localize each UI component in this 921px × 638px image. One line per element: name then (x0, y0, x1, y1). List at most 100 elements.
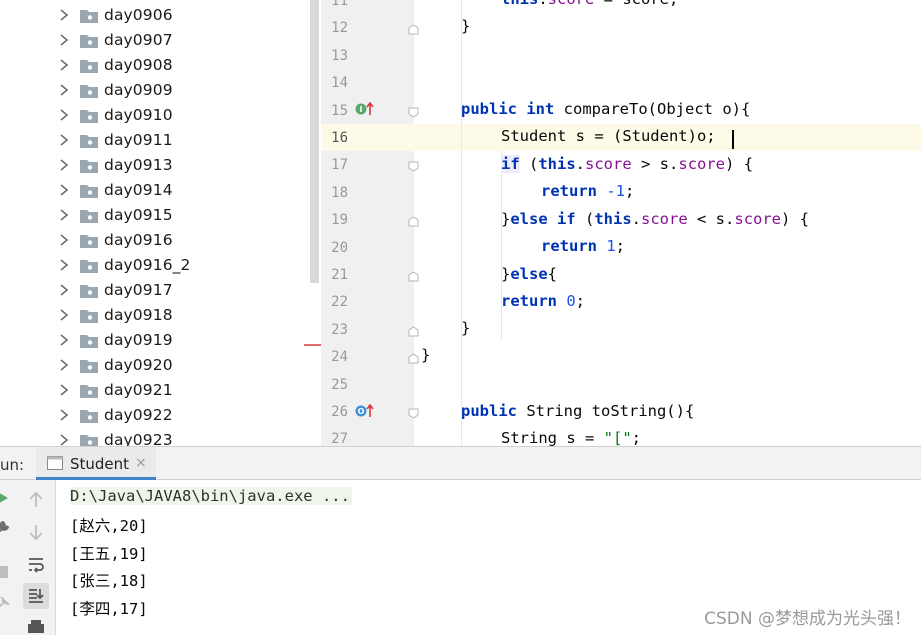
tree-item[interactable]: day0922 (0, 403, 305, 428)
tree-scrollbar[interactable] (310, 0, 319, 283)
code-token: ) { (781, 210, 810, 228)
run-tab-student[interactable]: Student × (36, 447, 156, 480)
svg-text:I: I (360, 105, 363, 114)
line-number: 18 (331, 184, 348, 201)
stop-icon[interactable] (0, 562, 12, 582)
line-number: 22 (331, 294, 348, 311)
chevron-right-icon[interactable] (58, 158, 70, 172)
package-folder-icon (80, 85, 98, 98)
tree-item-label: day0909 (104, 81, 173, 99)
code-token: . (631, 210, 642, 228)
chevron-right-icon[interactable] (58, 133, 70, 147)
line-number: 23 (331, 321, 348, 338)
scroll-to-end-icon[interactable] (26, 586, 46, 606)
up-icon[interactable] (26, 490, 46, 510)
tree-item[interactable]: day0919 (0, 328, 305, 353)
fold-marker-icon[interactable] (408, 271, 419, 282)
package-folder-icon (80, 160, 98, 173)
tree-item[interactable]: day0916 (0, 228, 305, 253)
fold-marker-icon[interactable] (408, 408, 419, 419)
tree-item[interactable]: day0911 (0, 128, 305, 153)
package-folder-icon (80, 310, 98, 323)
tree-item-label: day0921 (104, 381, 173, 399)
chevron-right-icon[interactable] (58, 183, 70, 197)
line-number: 16 (331, 130, 348, 146)
tree-item-label: day0916_2 (104, 256, 191, 274)
down-icon[interactable] (26, 522, 46, 542)
tree-item[interactable]: day0910 (0, 103, 305, 128)
code-token: ; (631, 429, 641, 446)
tree-item-label: day0917 (104, 281, 173, 299)
tree-item-label: day0913 (104, 156, 173, 174)
fold-marker-icon[interactable] (408, 24, 419, 35)
tree-item[interactable]: day0921 (0, 378, 305, 403)
tree-item[interactable]: day0908 (0, 53, 305, 78)
num-token: 0 (557, 292, 576, 310)
package-folder-icon (80, 210, 98, 223)
tree-item[interactable]: day0920 (0, 353, 305, 378)
chevron-right-icon[interactable] (58, 233, 70, 247)
fold-marker-icon[interactable] (408, 107, 419, 118)
line-number: 11 (331, 0, 348, 9)
chevron-right-icon[interactable] (58, 58, 70, 72)
svg-text:O: O (358, 407, 365, 416)
field-token: score (641, 210, 688, 228)
chevron-right-icon[interactable] (58, 8, 70, 22)
tree-item-label: day0920 (104, 356, 173, 374)
package-folder-icon (80, 360, 98, 373)
chevron-right-icon[interactable] (58, 333, 70, 347)
chevron-right-icon[interactable] (58, 283, 70, 297)
console-command-line[interactable]: D:\Java\JAVA8\bin\java.exe ... (70, 487, 352, 505)
line-number: 26 (331, 404, 348, 420)
tree-item[interactable]: day0907 (0, 28, 305, 53)
tree-item[interactable]: day0913 (0, 153, 305, 178)
chevron-right-icon[interactable] (58, 258, 70, 272)
close-icon[interactable]: × (135, 455, 147, 471)
code-line-27: String s = "["; (501, 429, 641, 446)
line-number: 12 (331, 20, 348, 37)
chevron-right-icon[interactable] (58, 33, 70, 47)
rerun-icon[interactable] (0, 488, 12, 508)
tree-item-label: day0911 (104, 131, 173, 149)
settings-icon[interactable] (0, 518, 12, 538)
tree-item[interactable]: day0916_2 (0, 253, 305, 278)
implements-method-icon[interactable]: I (355, 102, 375, 116)
fold-marker-icon[interactable] (408, 216, 419, 227)
chevron-right-icon[interactable] (58, 433, 70, 446)
code-token: ( (575, 210, 595, 228)
code-token: String toString(){ (517, 402, 695, 420)
chevron-right-icon[interactable] (58, 383, 70, 397)
chevron-right-icon[interactable] (58, 408, 70, 422)
kw-token: int (526, 100, 555, 118)
tree-item[interactable]: day0909 (0, 78, 305, 103)
tree-item[interactable]: day0915 (0, 203, 305, 228)
kw-token: else (510, 265, 548, 283)
tree-item-label: day0908 (104, 56, 173, 74)
code-line-11: this.score = score; (501, 0, 678, 8)
soft-wrap-icon[interactable] (26, 554, 46, 574)
tree-item[interactable]: day0906 (0, 3, 305, 28)
field-token: score (678, 155, 726, 173)
kw-token: else if (510, 210, 576, 228)
fold-marker-icon[interactable] (408, 161, 419, 172)
chevron-right-icon[interactable] (58, 358, 70, 372)
chevron-right-icon[interactable] (58, 108, 70, 122)
fold-marker-icon[interactable] (408, 353, 419, 364)
code-token: = score; (594, 0, 679, 8)
chevron-right-icon[interactable] (58, 208, 70, 222)
print-icon[interactable] (26, 618, 46, 638)
chevron-right-icon[interactable] (58, 308, 70, 322)
code-editor[interactable]: this.score = score; } public int compare… (421, 0, 921, 446)
pin-icon[interactable] (0, 594, 12, 614)
tree-item[interactable]: day0923 (0, 428, 305, 446)
tree-item[interactable]: day0918 (0, 303, 305, 328)
line-number: 13 (331, 47, 348, 64)
chevron-right-icon[interactable] (58, 83, 70, 97)
package-folder-icon (80, 135, 98, 148)
tree-item[interactable]: day0917 (0, 278, 305, 303)
console-output-line: [张三,18] (70, 572, 148, 590)
kw-token: return (501, 292, 557, 310)
tree-item[interactable]: day0914 (0, 178, 305, 203)
fold-marker-icon[interactable] (408, 326, 419, 337)
overrides-method-icon[interactable]: O (355, 404, 375, 418)
